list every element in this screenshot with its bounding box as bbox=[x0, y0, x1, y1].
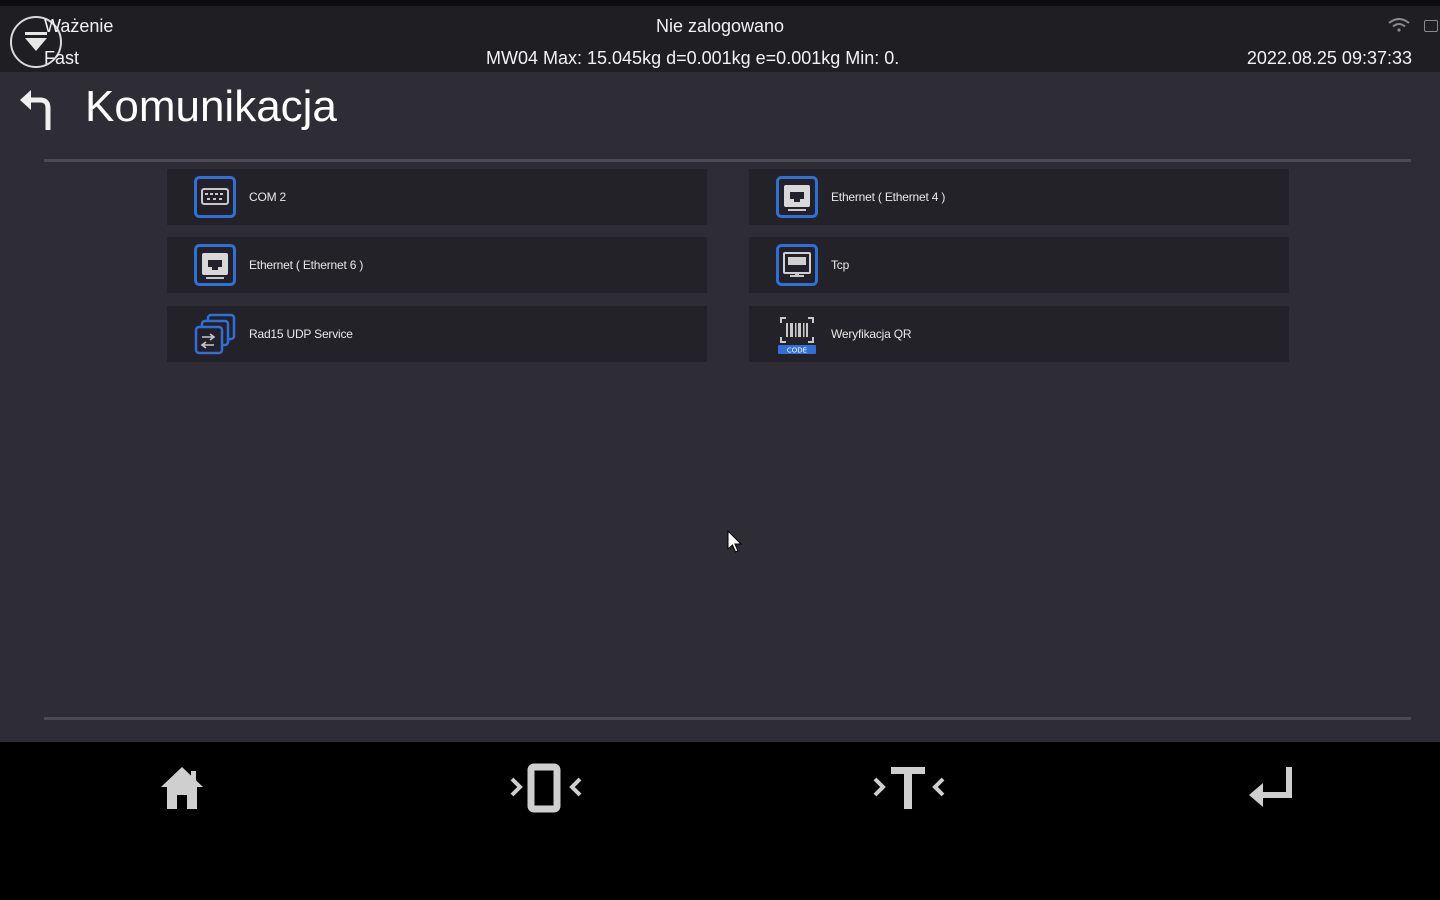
tile-tcp[interactable]: Tcp bbox=[749, 237, 1289, 293]
mouse-cursor-icon bbox=[727, 530, 743, 553]
zero-icon bbox=[510, 763, 582, 813]
bottom-nav bbox=[0, 742, 1440, 900]
enter-icon bbox=[1249, 767, 1292, 807]
tile-label: Weryfikacja QR bbox=[831, 327, 912, 341]
zero-button[interactable] bbox=[501, 756, 591, 820]
wifi-icon bbox=[1388, 18, 1410, 32]
login-status: Nie zalogowano bbox=[655, 16, 785, 36]
serial-port-icon bbox=[194, 176, 236, 218]
mode-subtitle: Fast bbox=[44, 48, 80, 68]
keyboard-icon[interactable] bbox=[1424, 20, 1438, 32]
home-button[interactable] bbox=[137, 756, 227, 820]
udp-service-icon bbox=[194, 313, 236, 355]
svg-text:CODE: CODE bbox=[787, 347, 807, 355]
tile-label: Tcp bbox=[831, 258, 850, 272]
divider bbox=[44, 717, 1411, 720]
home-icon bbox=[161, 767, 203, 809]
divider bbox=[44, 159, 1411, 162]
tile-ethernet-4[interactable]: Ethernet ( Ethernet 4 ) bbox=[749, 169, 1289, 225]
datetime: 2022.08.25 09:37:33 bbox=[1246, 48, 1412, 68]
tcp-icon bbox=[776, 244, 818, 286]
status-bar: Ważenie Fast Nie zalogowano MW04 Max: 15… bbox=[0, 0, 1440, 72]
tile-label: COM 2 bbox=[249, 190, 287, 204]
ethernet-icon bbox=[194, 244, 236, 286]
tare-icon bbox=[873, 767, 945, 809]
tile-udp-service[interactable]: Rad15 UDP Service bbox=[167, 306, 707, 362]
tile-label: Rad15 UDP Service bbox=[249, 327, 353, 341]
enter-button[interactable] bbox=[1228, 756, 1318, 820]
tile-label: Ethernet ( Ethernet 4 ) bbox=[831, 190, 946, 204]
tile-com2[interactable]: COM 2 bbox=[167, 169, 707, 225]
main-panel: Komunikacja COM 2 Ethernet ( Ethernet 4 … bbox=[0, 72, 1440, 742]
tile-label: Ethernet ( Ethernet 6 ) bbox=[249, 258, 364, 272]
scale-info: MW04 Max: 15.045kg d=0.001kg e=0.001kg M… bbox=[486, 48, 900, 68]
tile-ethernet-6[interactable]: Ethernet ( Ethernet 6 ) bbox=[167, 237, 707, 293]
ethernet-icon bbox=[776, 176, 818, 218]
page-title: Komunikacja bbox=[85, 82, 337, 131]
tare-button[interactable] bbox=[864, 756, 954, 820]
back-arrow-icon[interactable] bbox=[18, 86, 58, 134]
qr-code-icon: CODE bbox=[778, 317, 816, 355]
tile-qr-verification[interactable]: CODE Weryfikacja QR bbox=[749, 306, 1289, 362]
